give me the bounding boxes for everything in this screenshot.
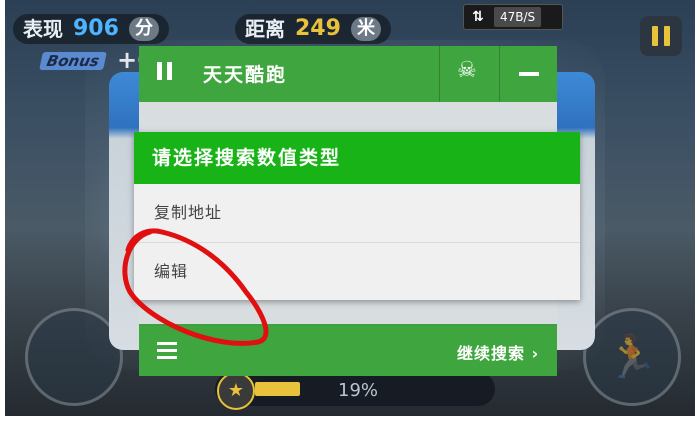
option-copy-address[interactable]: 复制地址 (134, 184, 580, 243)
tool-panel-header: 天天酷跑 ☠ (139, 46, 557, 102)
game-screen: 表现 906 分 距离 249 米 Bonus +6 ⇅ 47B/S 🏃 ★ 1… (5, 0, 695, 416)
tool-panel-footer: 继续搜索 › (139, 326, 557, 376)
network-status: ⇅ 47B/S (463, 4, 563, 30)
select-type-dialog: 请选择搜索数值类型 复制地址 编辑 (134, 132, 580, 300)
jump-button[interactable]: 🏃 (583, 308, 681, 406)
performance-unit: 分 (128, 17, 159, 41)
tool-panel-title: 天天酷跑 (203, 64, 288, 86)
list-icon[interactable] (157, 342, 177, 363)
performance-label: 表现 (23, 17, 63, 41)
performance-value: 906 (73, 16, 119, 41)
bonus-badge: Bonus (39, 52, 107, 70)
distance-value: 249 (295, 16, 341, 41)
distance-unit: 米 (350, 17, 381, 41)
progress-percent: 19% (338, 380, 379, 401)
distance-score: 距离 249 米 (235, 14, 391, 44)
divider (439, 46, 440, 102)
game-pause-button[interactable] (640, 16, 682, 56)
option-edit[interactable]: 编辑 (134, 243, 580, 301)
continue-search-label: 继续搜索 (457, 344, 526, 363)
chevron-right-icon: › (525, 344, 540, 363)
pause-icon (652, 26, 658, 46)
transfer-arrows-icon: ⇅ (472, 9, 484, 25)
progress-bar-fill (255, 382, 300, 396)
star-icon: ★ (217, 372, 255, 410)
distance-label: 距离 (245, 17, 285, 41)
network-speed: 47B/S (494, 7, 542, 27)
performance-score: 表现 906 分 (13, 14, 169, 44)
runner-icon: 🏃 (605, 332, 659, 381)
panel-pause-icon[interactable] (157, 62, 172, 80)
divider (499, 46, 500, 102)
minimize-icon[interactable] (519, 72, 539, 76)
continue-search-button[interactable]: 继续搜索 › (457, 340, 539, 364)
dialog-title: 请选择搜索数值类型 (134, 132, 580, 184)
skull-icon[interactable]: ☠ (457, 58, 477, 83)
